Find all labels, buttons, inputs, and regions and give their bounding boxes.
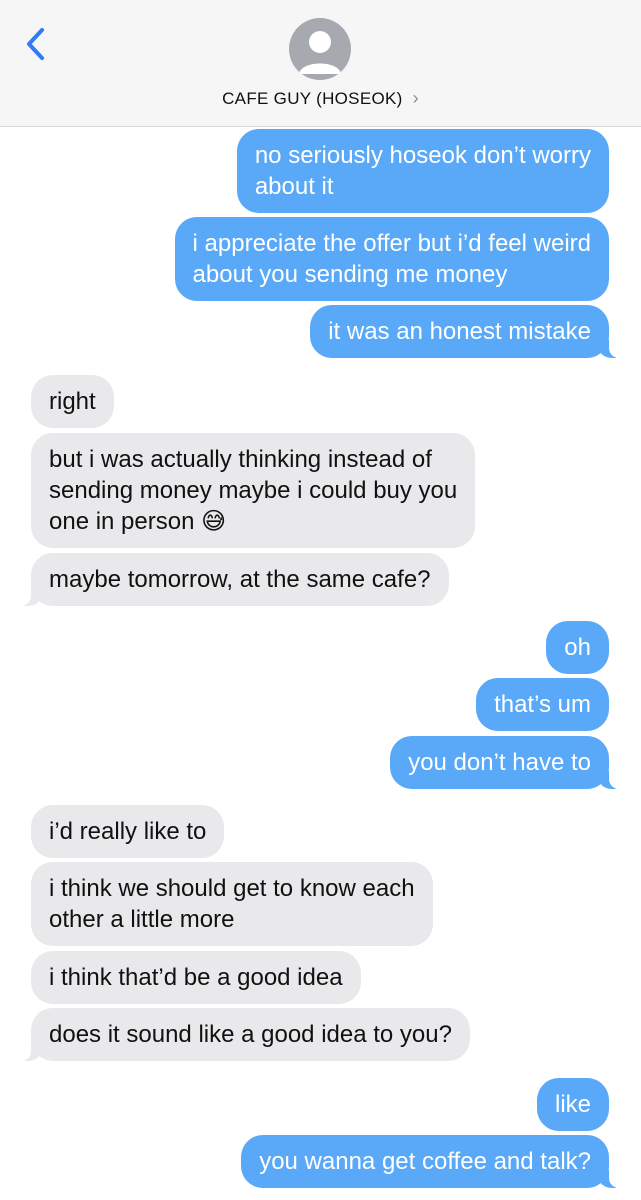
message-bubble-incoming[interactable]: maybe tomorrow, at the same cafe? <box>17 553 449 606</box>
message-bubble-outgoing[interactable]: i appreciate the offer but i’d feel weir… <box>174 217 609 301</box>
message-bubble-outgoing[interactable]: it was an honest mistake <box>310 305 623 358</box>
message-bubble-outgoing[interactable]: like <box>536 1078 609 1131</box>
message-thread: no seriously hoseok don’t worry about it… <box>0 0 641 1200</box>
message-bubble-outgoing[interactable]: you wanna get coffee and talk? <box>241 1135 623 1188</box>
message-bubble-incoming[interactable]: does it sound like a good idea to you? <box>17 1008 470 1061</box>
message-bubble-outgoing[interactable]: oh <box>546 621 609 674</box>
message-bubble-outgoing[interactable]: that’s um <box>476 678 609 731</box>
message-bubble-incoming[interactable]: right <box>31 375 114 428</box>
message-bubble-incoming[interactable]: i think that’d be a good idea <box>31 951 361 1004</box>
message-bubble-incoming[interactable]: i think we should get to know each other… <box>31 862 433 946</box>
message-bubble-incoming[interactable]: i’d really like to <box>31 805 225 858</box>
message-bubble-incoming[interactable]: but i was actually thinking instead of s… <box>31 433 476 548</box>
message-bubble-outgoing[interactable]: you don’t have to <box>390 736 623 789</box>
message-bubble-outgoing[interactable]: no seriously hoseok don’t worry about it <box>236 129 609 213</box>
